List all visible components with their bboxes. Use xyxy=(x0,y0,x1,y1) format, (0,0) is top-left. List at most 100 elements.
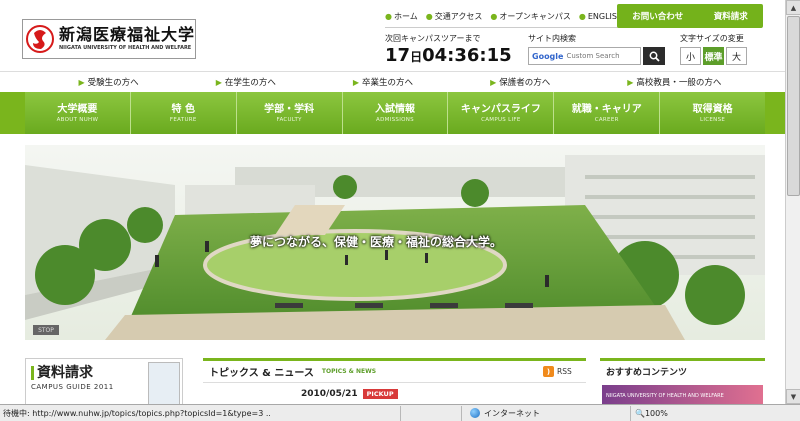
main-nav-about-en: ABOUT NUHW xyxy=(56,116,99,123)
font-size-standard-button[interactable]: 標準 xyxy=(703,47,724,65)
main-nav-feature-en: FEATURE xyxy=(169,116,197,123)
status-divider xyxy=(630,405,631,421)
swirl-logo-icon xyxy=(26,25,54,53)
contact-box: お問い合わせ 資料請求 xyxy=(617,4,763,28)
main-nav-career-en: CAREER xyxy=(594,116,619,123)
main-nav-faculty-jp: 学部・学科 xyxy=(264,103,315,115)
font-size-label: 文字サイズの変更 xyxy=(680,34,744,43)
brochure-title-text: 資料請求 xyxy=(37,365,93,381)
search-icon xyxy=(649,51,660,62)
zoom-level: 100% xyxy=(644,408,668,418)
arrow-right-icon: ▶ xyxy=(627,77,634,87)
topic-item[interactable]: 2010/05/21 PICKUP xyxy=(203,389,586,399)
topics-news-panel: トピックス & ニュース TOPICS & NEWS ) RSS 2010/05… xyxy=(203,358,586,408)
main-nav-faculty[interactable]: 学部・学科 FACULTY xyxy=(237,92,343,134)
inquiry-link[interactable]: お問い合わせ xyxy=(632,10,683,22)
security-zone-label: インターネット xyxy=(484,408,540,418)
audience-applicants-link[interactable]: ▶ 受験生の方へ xyxy=(78,76,139,89)
audience-students-label: 在学生の方へ xyxy=(224,78,276,88)
top-utility-nav: ● ホーム ● 交通アクセス ● オープンキャンパス ● ENGLISH xyxy=(385,6,635,28)
bullet-icon: ● xyxy=(385,12,392,21)
main-nav-license-en: LICENSE xyxy=(699,116,726,123)
slideshow-stop-button[interactable]: STOP xyxy=(33,325,59,335)
rss-link[interactable]: ) RSS xyxy=(543,366,572,377)
topnav-access-label: 交通アクセス xyxy=(434,12,483,21)
audience-teachers-link[interactable]: ▶ 高校教員・一般の方へ xyxy=(627,76,722,89)
main-nav-about-jp: 大学概要 xyxy=(57,103,98,115)
main-nav-feature[interactable]: 特 色 FEATURE xyxy=(131,92,237,134)
main-nav-faculty-en: FACULTY xyxy=(276,116,302,123)
topnav-home-label: ホーム xyxy=(393,12,418,21)
main-nav-campus-life[interactable]: キャンパスライフ CAMPUS LIFE xyxy=(448,92,555,134)
recommended-content-panel: おすすめコンテンツ NIIGATA UNIVERSITY OF HEALTH A… xyxy=(600,358,765,408)
brochure-request-banner[interactable]: 資料請求 CAMPUS GUIDE 2011 xyxy=(25,358,183,408)
main-nav-feature-jp: 特 色 xyxy=(171,103,196,115)
bullet-icon: ● xyxy=(578,12,586,21)
main-nav-campus-life-jp: キャンパスライフ xyxy=(460,103,541,115)
audience-graduates-label: 卒業生の方へ xyxy=(362,78,414,88)
logo-english-name: NIIGATA UNIVERSITY OF HEALTH AND WELFARE xyxy=(59,45,192,51)
audience-parents-label: 保護者の方へ xyxy=(499,78,551,88)
bullet-icon: ● xyxy=(490,12,498,21)
countdown-days: 17 xyxy=(385,45,411,66)
scroll-up-arrow-icon[interactable]: ▲ xyxy=(786,0,800,15)
browser-status-bar: 待機中: http://www.nuhw.jp/topics/topics.ph… xyxy=(0,404,800,421)
main-nav-career-jp: 就職・キャリア xyxy=(571,103,642,115)
arrow-right-icon: ▶ xyxy=(352,77,360,87)
topnav-home-link[interactable]: ● ホーム xyxy=(385,11,418,22)
main-nav-admissions-jp: 入試情報 xyxy=(375,103,415,115)
topnav-opencampus-link[interactable]: ● オープンキャンパス xyxy=(490,11,571,22)
site-logo[interactable]: 新潟医療福祉大学 NIIGATA UNIVERSITY OF HEALTH AN… xyxy=(22,19,196,59)
countdown-day-unit: 日 xyxy=(410,50,423,64)
brochure-thumbnail xyxy=(148,362,180,406)
font-size-large-button[interactable]: 大 xyxy=(726,47,747,65)
topnav-access-link[interactable]: ● 交通アクセス xyxy=(426,11,483,22)
audience-students-link[interactable]: ▶ 在学生の方へ xyxy=(215,76,276,89)
brochure-title: 資料請求 xyxy=(31,362,93,382)
request-materials-link[interactable]: 資料請求 xyxy=(714,10,748,22)
status-divider xyxy=(461,405,462,421)
bullet-icon: ● xyxy=(425,12,433,21)
main-nav-admissions[interactable]: 入試情報 ADMISSIONS xyxy=(343,92,449,134)
recommended-title: おすすめコンテンツ xyxy=(606,368,688,378)
audience-applicants-label: 受験生の方へ xyxy=(87,78,139,88)
topics-english-title: TOPICS & NEWS xyxy=(321,368,377,375)
main-nav-license-jp: 取得資格 xyxy=(692,103,733,115)
brochure-subtitle: CAMPUS GUIDE 2011 xyxy=(31,383,114,391)
scrollbar-thumb[interactable] xyxy=(787,16,800,196)
font-size-small-button[interactable]: 小 xyxy=(680,47,701,65)
audience-teachers-label: 高校教員・一般の方へ xyxy=(636,78,722,88)
main-nav-left-edge xyxy=(0,92,25,134)
topics-title: トピックス & ニュース xyxy=(209,368,314,379)
audience-parents-link[interactable]: ▶ 保護者の方へ xyxy=(490,76,551,89)
font-size-control: 文字サイズの変更 小 標準 大 xyxy=(680,33,749,65)
search-placeholder: Custom Search xyxy=(566,52,620,60)
main-nav-career[interactable]: 就職・キャリア CAREER xyxy=(554,92,661,134)
topnav-opencampus-label: オープンキャンパス xyxy=(499,12,571,21)
main-nav-campus-life-en: CAMPUS LIFE xyxy=(481,116,521,123)
search-input[interactable]: Google Custom Search xyxy=(528,47,641,65)
site-search-label: サイト内検索 xyxy=(528,34,576,43)
main-nav-admissions-en: ADMISSIONS xyxy=(376,116,414,123)
main-nav: 大学概要 ABOUT NUHW 特 色 FEATURE 学部・学科 FACULTY 入… xyxy=(25,92,765,134)
hero-caption: 夢につながる、保健・医療・福祉の総合大学。 xyxy=(250,235,503,249)
campus-tour-label: 次回キャンパスツアーまで xyxy=(385,34,481,43)
scroll-down-arrow-icon[interactable]: ▼ xyxy=(786,389,800,404)
status-text: 待機中: http://www.nuhw.jp/topics/topics.ph… xyxy=(3,408,270,418)
hero-campus-image: 夢につながる、保健・医療・福祉の総合大学。 STOP xyxy=(25,145,765,340)
security-zone[interactable]: インターネット xyxy=(470,408,540,419)
site-search: サイト内検索 Google Custom Search xyxy=(528,33,665,65)
arrow-right-icon: ▶ xyxy=(215,77,222,87)
audience-graduates-link[interactable]: ▶ 卒業生の方へ xyxy=(352,76,414,89)
google-brand: Google xyxy=(532,51,564,61)
main-nav-about[interactable]: 大学概要 ABOUT NUHW xyxy=(25,92,131,134)
vertical-scrollbar[interactable]: ▲ ▼ xyxy=(785,0,800,404)
globe-icon xyxy=(470,408,480,418)
arrow-right-icon: ▶ xyxy=(78,77,85,87)
zoom-control[interactable]: 🔍 100% xyxy=(635,409,668,418)
arrow-right-icon: ▶ xyxy=(490,77,497,87)
search-button[interactable] xyxy=(643,47,665,65)
topic-date: 2010/05/21 xyxy=(301,389,358,399)
site-header: 新潟医療福祉大学 NIIGATA UNIVERSITY OF HEALTH AN… xyxy=(0,0,800,70)
main-nav-license[interactable]: 取得資格 LICENSE xyxy=(660,92,765,134)
